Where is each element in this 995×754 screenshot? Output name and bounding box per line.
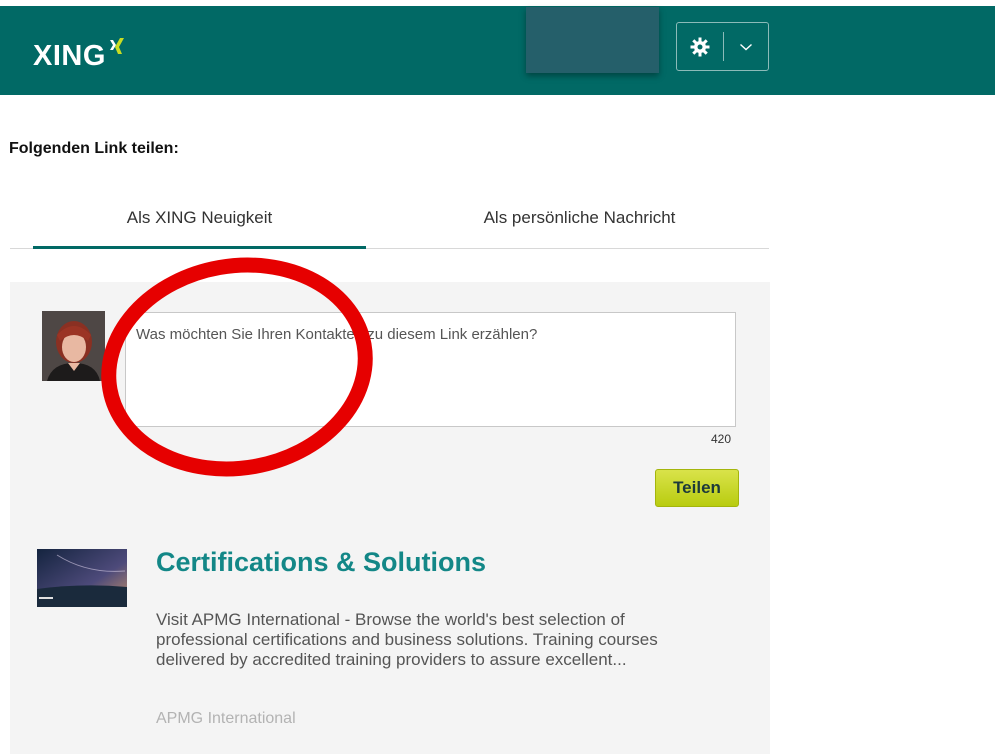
link-preview-source: APMG International <box>156 710 296 727</box>
link-preview-title[interactable]: Certifications & Solutions <box>156 547 486 578</box>
chevron-down-icon <box>724 42 768 52</box>
top-stripe <box>0 0 995 6</box>
character-counter: 420 <box>711 432 732 446</box>
avatar <box>42 311 105 381</box>
nav-menu-box[interactable] <box>526 7 659 73</box>
top-navigation-bar: XING <box>0 0 995 95</box>
xing-x-icon <box>109 38 124 54</box>
share-message-input[interactable] <box>125 312 736 427</box>
settings-button[interactable] <box>676 22 769 71</box>
tab-xing-news[interactable]: Als XING Neuigkeit <box>33 193 366 249</box>
share-button[interactable]: Teilen <box>655 469 739 507</box>
logo-text: XING <box>33 40 106 72</box>
gear-icon <box>677 37 723 57</box>
link-preview-description: Visit APMG International - Browse the wo… <box>156 610 658 669</box>
xing-logo[interactable]: XING <box>33 36 127 76</box>
link-thumbnail[interactable] <box>37 549 127 607</box>
share-heading: Folgenden Link teilen: <box>9 140 179 157</box>
share-tabs: Als XING Neuigkeit Als persönliche Nachr… <box>10 193 769 249</box>
tab-personal-message[interactable]: Als persönliche Nachricht <box>390 193 769 249</box>
